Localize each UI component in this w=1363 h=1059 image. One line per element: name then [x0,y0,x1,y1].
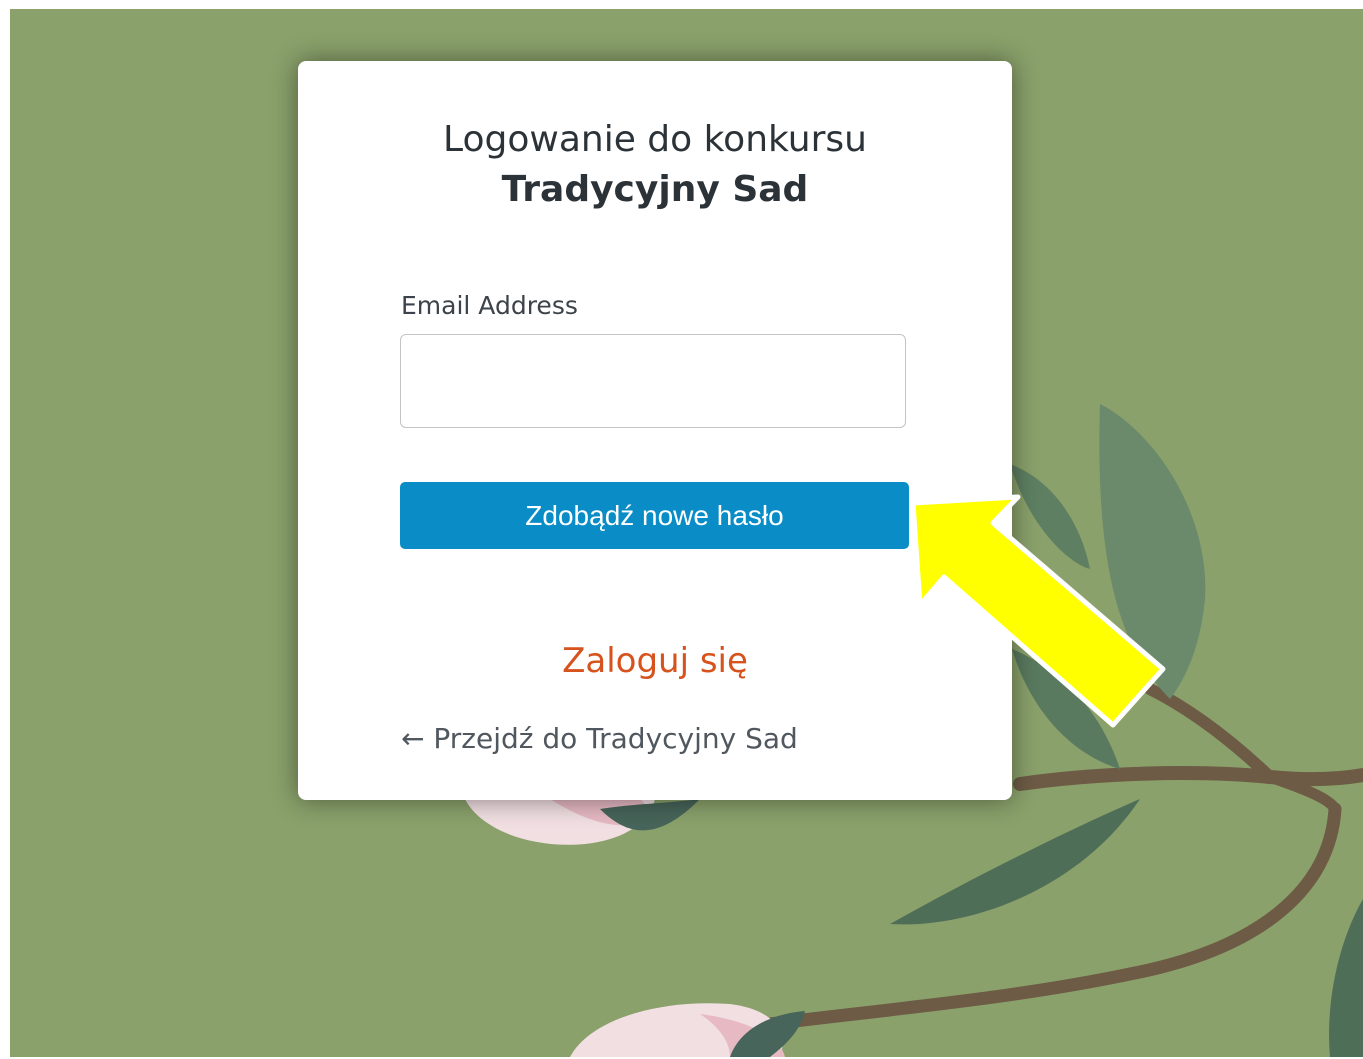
back-to-site-link[interactable]: ← Przejdź do Tradycyjny Sad [401,722,798,755]
email-label: Email Address [401,291,578,320]
get-new-password-button[interactable]: Zdobądź nowe hasło [400,482,909,549]
login-link[interactable]: Zaloguj się [298,641,1012,681]
site-name-title: Tradycyjny Sad [501,169,809,210]
login-page: Logowanie do konkursu Tradycyjny Sad Ema… [10,9,1363,1057]
email-field[interactable] [400,334,906,428]
page-title: Logowanie do konkursu [443,119,867,160]
login-card: Logowanie do konkursu Tradycyjny Sad Ema… [298,61,1012,800]
